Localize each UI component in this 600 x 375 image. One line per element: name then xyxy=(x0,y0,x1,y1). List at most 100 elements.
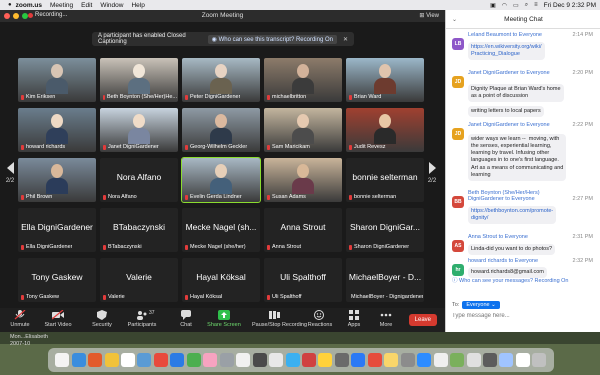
who-can-see-link[interactable]: ⓘ Who can see your messages? Recording O… xyxy=(452,276,569,284)
dock-app-icon[interactable] xyxy=(384,353,399,367)
pause-stop-recording-button[interactable]: Pause/Stop Recording xyxy=(252,310,307,328)
participant-tile[interactable]: Anna Strout Anna Strout xyxy=(264,208,342,252)
menu-meeting[interactable]: Meeting xyxy=(50,2,73,9)
muted-mic-icon xyxy=(21,194,24,200)
menu-app-name[interactable]: zoom.us xyxy=(16,2,42,9)
next-page-button[interactable]: 2/2 xyxy=(426,162,438,184)
window-title: Zoom Meeting xyxy=(201,12,244,19)
dock-app-icon[interactable] xyxy=(285,353,300,367)
menubar-datetime[interactable]: Fri Dec 9 2:32 PM xyxy=(544,2,596,9)
desktop-file-label[interactable]: Mon...Elisabeth 2007-10 xyxy=(10,334,48,348)
dock-app-icon[interactable] xyxy=(153,353,168,367)
dock-app-icon[interactable] xyxy=(88,353,103,367)
sender-avatar: LB xyxy=(452,38,464,50)
dock-app-icon[interactable] xyxy=(351,353,366,367)
participant-tile[interactable]: Uli Spalthoff Uli Spalthoff xyxy=(264,258,342,302)
participant-tile[interactable]: howard richards xyxy=(18,108,96,152)
dock-app-icon[interactable] xyxy=(450,353,465,367)
dock-app-icon[interactable] xyxy=(334,353,349,367)
participant-tile[interactable]: Nora Alfano Nora Alfano xyxy=(100,158,178,202)
participant-tile[interactable]: bonnie selterman bonnie selterman xyxy=(346,158,424,202)
wifi-icon[interactable]: ◠ xyxy=(502,2,507,9)
participant-name-label: Uli Spalthoff xyxy=(267,294,302,300)
menu-help[interactable]: Help xyxy=(131,2,144,9)
dock-app-icon[interactable] xyxy=(367,353,382,367)
participant-tile[interactable]: BTabaczynski BTabaczynski xyxy=(100,208,178,252)
dock-app-icon[interactable] xyxy=(186,353,201,367)
leave-button[interactable]: Leave xyxy=(408,314,437,326)
dock-app-icon[interactable] xyxy=(532,353,547,367)
participant-tile[interactable]: Hayal Köksal Hayal Köksal xyxy=(182,258,260,302)
participant-tile[interactable]: Janet DigniGardener xyxy=(100,108,178,152)
message-header: howard richards to Everyone 2:32 PM xyxy=(468,258,597,264)
participant-video-feed xyxy=(374,114,396,144)
participant-tile[interactable]: Beth Boynton (She/Her)He... xyxy=(100,58,178,102)
participant-tile[interactable]: Tony Gaskew Tony Gaskew xyxy=(18,258,96,302)
view-button[interactable]: ⊞ View xyxy=(419,12,439,19)
dock-app-icon[interactable] xyxy=(252,353,267,367)
dock-app-icon[interactable] xyxy=(137,353,152,367)
chevron-down-icon[interactable]: ⌄ xyxy=(452,16,457,23)
participant-tile[interactable]: Georg-Wilhelm Geckler xyxy=(182,108,260,152)
participant-tile[interactable]: Peter DigniGardener xyxy=(182,58,260,102)
recipient-dropdown[interactable]: Everyone ⌄ xyxy=(462,301,500,309)
menu-window[interactable]: Window xyxy=(100,2,123,9)
dock-app-icon[interactable] xyxy=(466,353,481,367)
muted-mic-icon xyxy=(349,244,352,250)
dock-app-icon[interactable] xyxy=(302,353,317,367)
dock-app-icon[interactable] xyxy=(203,353,218,367)
zoom-status-icon[interactable]: ▣ xyxy=(490,2,496,9)
participant-tile[interactable]: Phil Brown xyxy=(18,158,96,202)
security-button[interactable]: Security xyxy=(82,310,122,328)
dock-app-icon[interactable] xyxy=(236,353,251,367)
participant-tile[interactable]: Sam Maricikam xyxy=(264,108,342,152)
dock-app-icon[interactable] xyxy=(515,353,530,367)
participant-tile[interactable]: Judit Revesz xyxy=(346,108,424,152)
unmute-button[interactable]: Unmute xyxy=(0,309,40,328)
dock-app-icon[interactable] xyxy=(417,353,432,367)
participant-tile[interactable]: Kim Eriksen xyxy=(18,58,96,102)
chat-message-input[interactable] xyxy=(452,311,592,321)
participants-button[interactable]: 37 Participants xyxy=(122,310,162,328)
control-center-icon[interactable]: ≡ xyxy=(534,2,538,8)
dock-app-icon[interactable] xyxy=(499,353,514,367)
more-button[interactable]: More xyxy=(366,310,406,328)
dock-app-icon[interactable] xyxy=(121,353,136,367)
participant-tile[interactable]: Valerie Valerie xyxy=(100,258,178,302)
cc-transcript-question[interactable]: ◉ Who can see this transcript? Recording… xyxy=(207,34,337,44)
share-screen-button[interactable]: Share Screen xyxy=(204,310,244,328)
dock-app-icon[interactable] xyxy=(104,353,119,367)
participant-body xyxy=(210,178,232,194)
chat-button[interactable]: Chat xyxy=(166,310,206,328)
close-banner-icon[interactable]: ✕ xyxy=(343,36,348,43)
participant-tile[interactable]: Mecke Nagel (sh... Mecke Nagel (she/her) xyxy=(182,208,260,252)
dock-app-icon[interactable] xyxy=(433,353,448,367)
start-video-button[interactable]: Start Video xyxy=(38,309,78,328)
dock-app-icon[interactable] xyxy=(219,353,234,367)
participant-tile[interactable]: Susan Adams xyxy=(264,158,342,202)
participant-tile[interactable]: MichaelBoyer - D... MichaelBoyer - Dignig… xyxy=(346,258,424,302)
apple-icon[interactable]: ● xyxy=(8,2,12,8)
search-icon[interactable]: ⌕ xyxy=(525,2,528,9)
dock-app-icon[interactable] xyxy=(483,353,497,367)
menu-edit[interactable]: Edit xyxy=(81,2,92,9)
previous-page-button[interactable]: 2/2 xyxy=(4,162,16,184)
dock-app-icon[interactable] xyxy=(269,353,284,367)
participant-tile[interactable]: Ella DigniGardener Ella DigniGardener xyxy=(18,208,96,252)
dock-app-icon[interactable] xyxy=(170,353,185,367)
participant-tile[interactable]: Brian Ward xyxy=(346,58,424,102)
dock-app-icon[interactable] xyxy=(318,353,333,367)
participant-tile[interactable]: michaelbritton xyxy=(264,58,342,102)
message-time: 2:27 PM xyxy=(572,196,593,202)
dock-app-icon[interactable] xyxy=(400,353,415,367)
participant-tile[interactable]: Evelin Gerda Lindner xyxy=(181,157,261,203)
meeting-chat-panel: ⌄ Meeting Chat LB Leland Beaumont to Ever… xyxy=(445,10,600,332)
message-text: Dignity Plaque at Brian Ward's home as a… xyxy=(468,84,564,103)
dock-app-icon[interactable] xyxy=(71,353,86,367)
battery-icon[interactable]: ▭ xyxy=(513,2,519,9)
participant-tile[interactable]: Sharon DigniGar... Sharon DigniGardener xyxy=(346,208,424,252)
participant-name-label: Valerie xyxy=(103,294,125,300)
sender-avatar: JD xyxy=(452,128,464,140)
dock-app-icon[interactable] xyxy=(55,353,70,367)
participant-name: Anna Strout xyxy=(272,244,302,250)
